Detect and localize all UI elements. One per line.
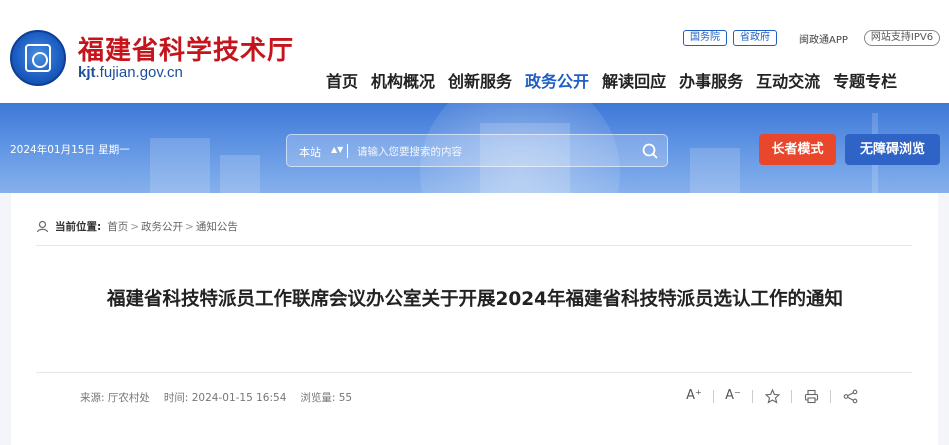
nav-item-innovation[interactable]: 创新服务: [448, 68, 512, 92]
site-header: 福建省科学技术厅 kjt.fujian.gov.cn 国务院 省政府 闽政通AP…: [0, 0, 949, 103]
breadcrumb: 当前位置: 首页 > 政务公开 > 通知公告: [36, 219, 238, 234]
font-smaller-button[interactable]: A⁻: [722, 388, 744, 404]
site-domain-bold: kjt: [78, 64, 96, 81]
tool-divider: [713, 389, 714, 403]
print-icon[interactable]: [800, 389, 822, 404]
tool-divider: [752, 389, 753, 403]
article-title: 福建省科技特派员工作联席会议办公室关于开展2024年福建省科技特派员选认工作的通…: [107, 289, 843, 310]
top-links: 国务院 省政府 闽政通APP 网站支持IPV6: [683, 30, 941, 46]
nav-item-home[interactable]: 首页: [326, 68, 358, 92]
breadcrumb-separator: >: [130, 220, 140, 233]
ipv6-badge: 网站支持IPV6: [863, 30, 941, 46]
nav-item-interaction[interactable]: 互动交流: [756, 68, 820, 92]
nav-item-topics[interactable]: 专题专栏: [833, 68, 897, 92]
breadcrumb-label: 当前位置:: [55, 221, 102, 233]
site-domain-rest: .fujian.gov.cn: [95, 64, 183, 81]
search-divider: [347, 144, 348, 158]
chevron-updown-icon[interactable]: ▲▼: [331, 145, 343, 154]
nav-item-about[interactable]: 机构概况: [371, 68, 435, 92]
breadcrumb-notices[interactable]: 通知公告: [196, 219, 238, 234]
article-time: 时间: 2024-01-15 16:54: [163, 392, 287, 404]
tool-divider: [830, 389, 831, 403]
state-council-link[interactable]: 国务院: [683, 30, 727, 46]
nav-item-gov-affairs[interactable]: 政务公开: [525, 68, 589, 92]
banner-building: [220, 155, 260, 193]
main-nav: 首页 机构概况 创新服务 政务公开 解读回应 办事服务 互动交流 专题专栏: [326, 68, 910, 92]
elder-mode-button[interactable]: 长者模式: [759, 134, 836, 165]
tool-divider: [791, 389, 792, 403]
site-domain: kjt.fujian.gov.cn: [78, 64, 183, 81]
article-tools: A⁺ A⁻: [683, 388, 861, 404]
banner-building: [150, 138, 210, 193]
search-scope-select[interactable]: 本站: [299, 144, 321, 160]
search-bar: 本站 ▲▼: [286, 134, 668, 167]
site-title[interactable]: 福建省科学技术厅: [78, 30, 294, 67]
nav-item-services[interactable]: 办事服务: [679, 68, 743, 92]
breadcrumb-divider: [36, 245, 912, 246]
breadcrumb-separator: >: [185, 220, 194, 233]
share-icon[interactable]: [839, 389, 861, 404]
banner-building: [690, 148, 740, 193]
breadcrumb-gov-affairs[interactable]: 政务公开: [141, 219, 183, 234]
article-meta: 来源: 厅农村处 时间: 2024-01-15 16:54 浏览量: 55: [80, 390, 366, 405]
accessibility-button[interactable]: 无障碍浏览: [845, 134, 940, 165]
current-date: 2024年01月15日 星期一: [10, 144, 130, 156]
article-source: 来源: 厅农村处: [80, 392, 150, 404]
meta-divider: [36, 372, 912, 373]
site-logo-emblem[interactable]: [10, 30, 66, 86]
mzt-app-link[interactable]: 闽政通APP: [799, 31, 848, 46]
user-location-icon: [36, 220, 49, 233]
article-views: 浏览量: 55: [300, 392, 353, 404]
breadcrumb-home[interactable]: 首页: [107, 219, 128, 234]
search-input[interactable]: [357, 143, 627, 160]
font-larger-button[interactable]: A⁺: [683, 388, 705, 404]
favorite-star-icon[interactable]: [761, 388, 783, 404]
provincial-gov-link[interactable]: 省政府: [733, 30, 777, 46]
nav-item-interpretation[interactable]: 解读回应: [602, 68, 666, 92]
search-icon[interactable]: [641, 142, 659, 160]
